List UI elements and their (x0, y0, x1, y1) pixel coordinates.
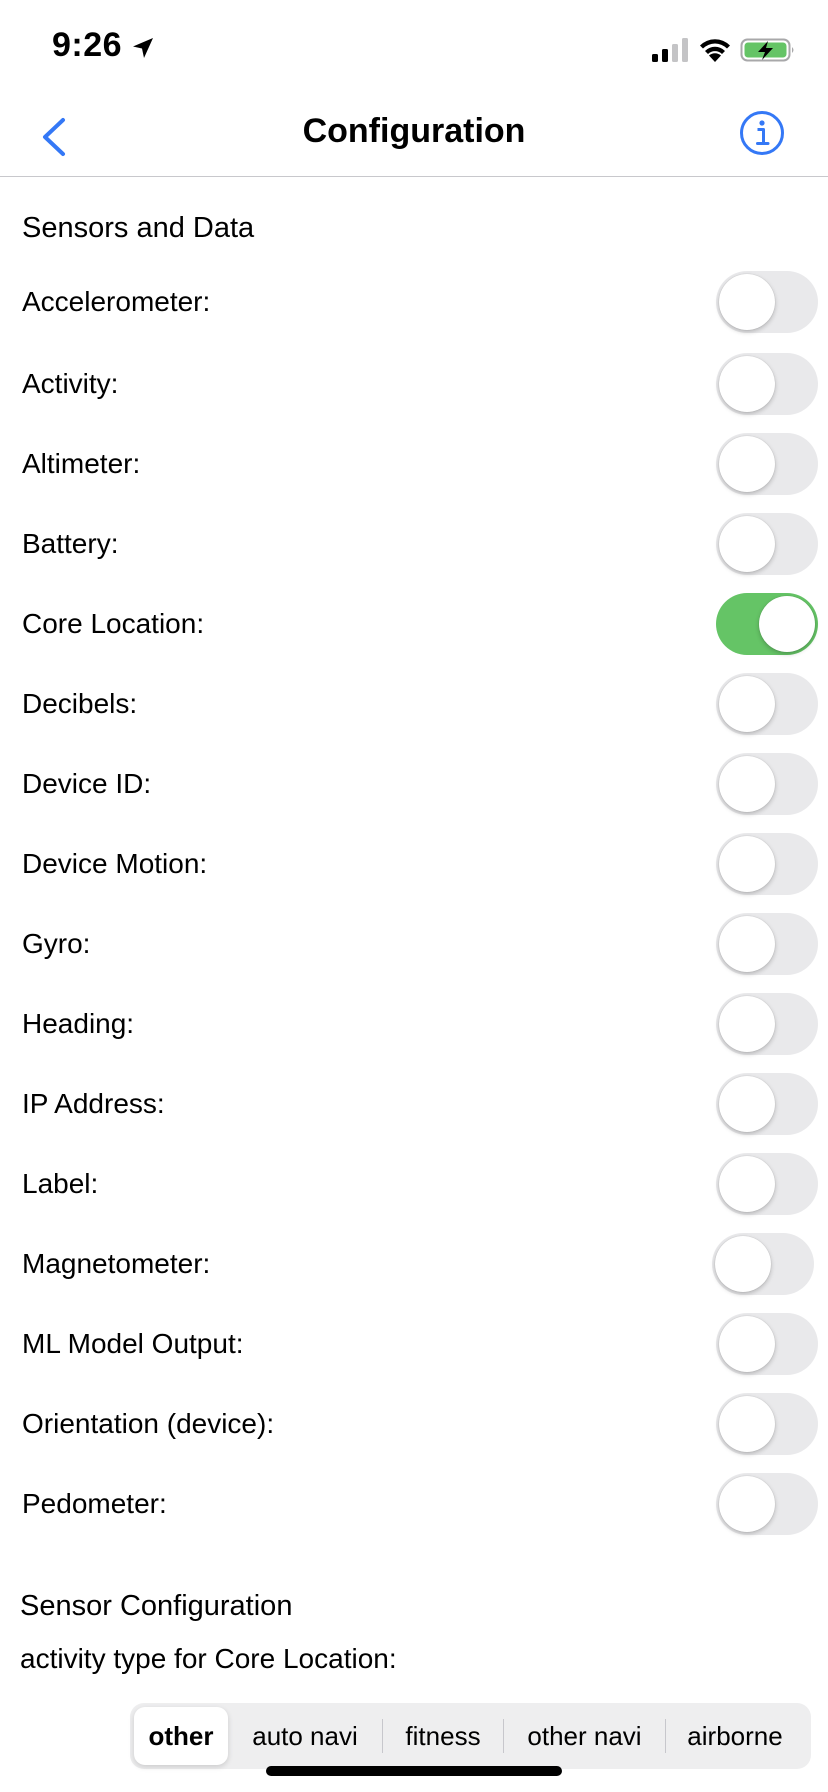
toggle-knob (719, 1076, 775, 1132)
toggle-knob (719, 274, 775, 330)
sensor-row-orientation-device: Orientation (device): (0, 1389, 828, 1459)
location-arrow-icon (133, 38, 153, 58)
sensor-row-decibels: Decibels: (0, 669, 828, 739)
sensor-label: Altimeter: (22, 448, 141, 479)
accelerometer-toggle[interactable] (716, 271, 818, 333)
sensor-row-altimeter: Altimeter: (0, 429, 828, 499)
cellular-signal-icon (652, 38, 688, 62)
sensor-label: Battery: (22, 528, 119, 559)
segment-other-navi[interactable]: other navi (504, 1707, 665, 1765)
page-title: Configuration (302, 112, 526, 150)
sensor-row-magnetometer: Magnetometer: (0, 1229, 828, 1299)
toggle-knob (719, 516, 775, 572)
section-title-sensor-configuration: Sensor Configuration (20, 1590, 293, 1622)
segment-auto-navi[interactable]: auto navi (228, 1707, 382, 1765)
sensor-row-activity: Activity: (0, 349, 828, 419)
battery-toggle[interactable] (716, 513, 818, 575)
sensor-row-label: Label: (0, 1149, 828, 1219)
gyro-toggle[interactable] (716, 913, 818, 975)
segment-airborne[interactable]: airborne (666, 1707, 804, 1765)
toggle-knob (719, 436, 775, 492)
sensor-row-ml-model-output: ML Model Output: (0, 1309, 828, 1379)
sensor-label: Pedometer: (22, 1488, 167, 1519)
toggle-knob (719, 756, 775, 812)
sensor-label: Device Motion: (22, 848, 208, 879)
toggle-knob (719, 916, 775, 972)
info-circle-icon[interactable] (738, 109, 786, 157)
toggle-knob (719, 1316, 775, 1372)
magnetometer-toggle[interactable] (712, 1233, 814, 1295)
toggle-knob (719, 836, 775, 892)
altimeter-toggle[interactable] (716, 433, 818, 495)
device-id-toggle[interactable] (716, 753, 818, 815)
ip-address-toggle[interactable] (716, 1073, 818, 1135)
sensor-label: Core Location: (22, 608, 205, 639)
home-indicator (266, 1766, 562, 1776)
toggle-knob (719, 1156, 775, 1212)
sensor-label: ML Model Output: (22, 1328, 244, 1359)
heading-toggle[interactable] (716, 993, 818, 1055)
sensor-row-gyro: Gyro: (0, 909, 828, 979)
segment-fitness[interactable]: fitness (383, 1707, 503, 1765)
sensor-label: Heading: (22, 1008, 135, 1039)
sensor-label: IP Address: (22, 1088, 165, 1119)
sensor-row-core-location: Core Location: (0, 589, 828, 659)
toggle-knob (719, 676, 775, 732)
sensor-row-device-motion: Device Motion: (0, 829, 828, 899)
device-motion-toggle[interactable] (716, 833, 818, 895)
section-title-sensors-and-data: Sensors and Data (22, 212, 255, 244)
toggle-knob (719, 1396, 775, 1452)
sensor-label: Activity: (22, 368, 119, 399)
activity-type-label: activity type for Core Location: (20, 1643, 397, 1674)
toggle-knob (715, 1236, 771, 1292)
sensor-row-heading: Heading: (0, 989, 828, 1059)
label-toggle[interactable] (716, 1153, 818, 1215)
toggle-knob (719, 996, 775, 1052)
sensor-label: Gyro: (22, 928, 91, 959)
orientation-device-toggle[interactable] (716, 1393, 818, 1455)
activity-toggle[interactable] (716, 353, 818, 415)
segment-other[interactable]: other (134, 1707, 228, 1765)
toggle-knob (719, 356, 775, 412)
sensor-row-battery: Battery: (0, 509, 828, 579)
toggle-knob (719, 1476, 775, 1532)
sensor-label: Accelerometer: (22, 286, 211, 317)
status-bar: 9:26 (0, 0, 828, 100)
sensor-label: Magnetometer: (22, 1248, 211, 1279)
sensor-row-ip-address: IP Address: (0, 1069, 828, 1139)
pedometer-toggle[interactable] (716, 1473, 818, 1535)
toggle-knob (759, 596, 815, 652)
sensor-row-pedometer: Pedometer: (0, 1469, 828, 1539)
sensor-label: Label: (22, 1168, 99, 1199)
activity-type-segmented-control: other auto navi fitness other navi airbo… (130, 1703, 811, 1769)
decibels-toggle[interactable] (716, 673, 818, 735)
navigation-bar: Configuration (0, 100, 828, 177)
sensor-row-accelerometer: Accelerometer: (0, 267, 828, 337)
sensor-row-device-id: Device ID: (0, 749, 828, 819)
sensor-label: Decibels: (22, 688, 138, 719)
status-time: 9:26 (52, 26, 123, 64)
core-location-toggle[interactable] (716, 593, 818, 655)
configuration-screen: 9:26 Configuration Sensors and Data Acce… (0, 0, 828, 1792)
ml-model-output-toggle[interactable] (716, 1313, 818, 1375)
wifi-icon (700, 39, 730, 62)
sensor-label: Device ID: (22, 768, 152, 799)
battery-charging-icon (740, 38, 794, 62)
sensor-label: Orientation (device): (22, 1408, 275, 1439)
